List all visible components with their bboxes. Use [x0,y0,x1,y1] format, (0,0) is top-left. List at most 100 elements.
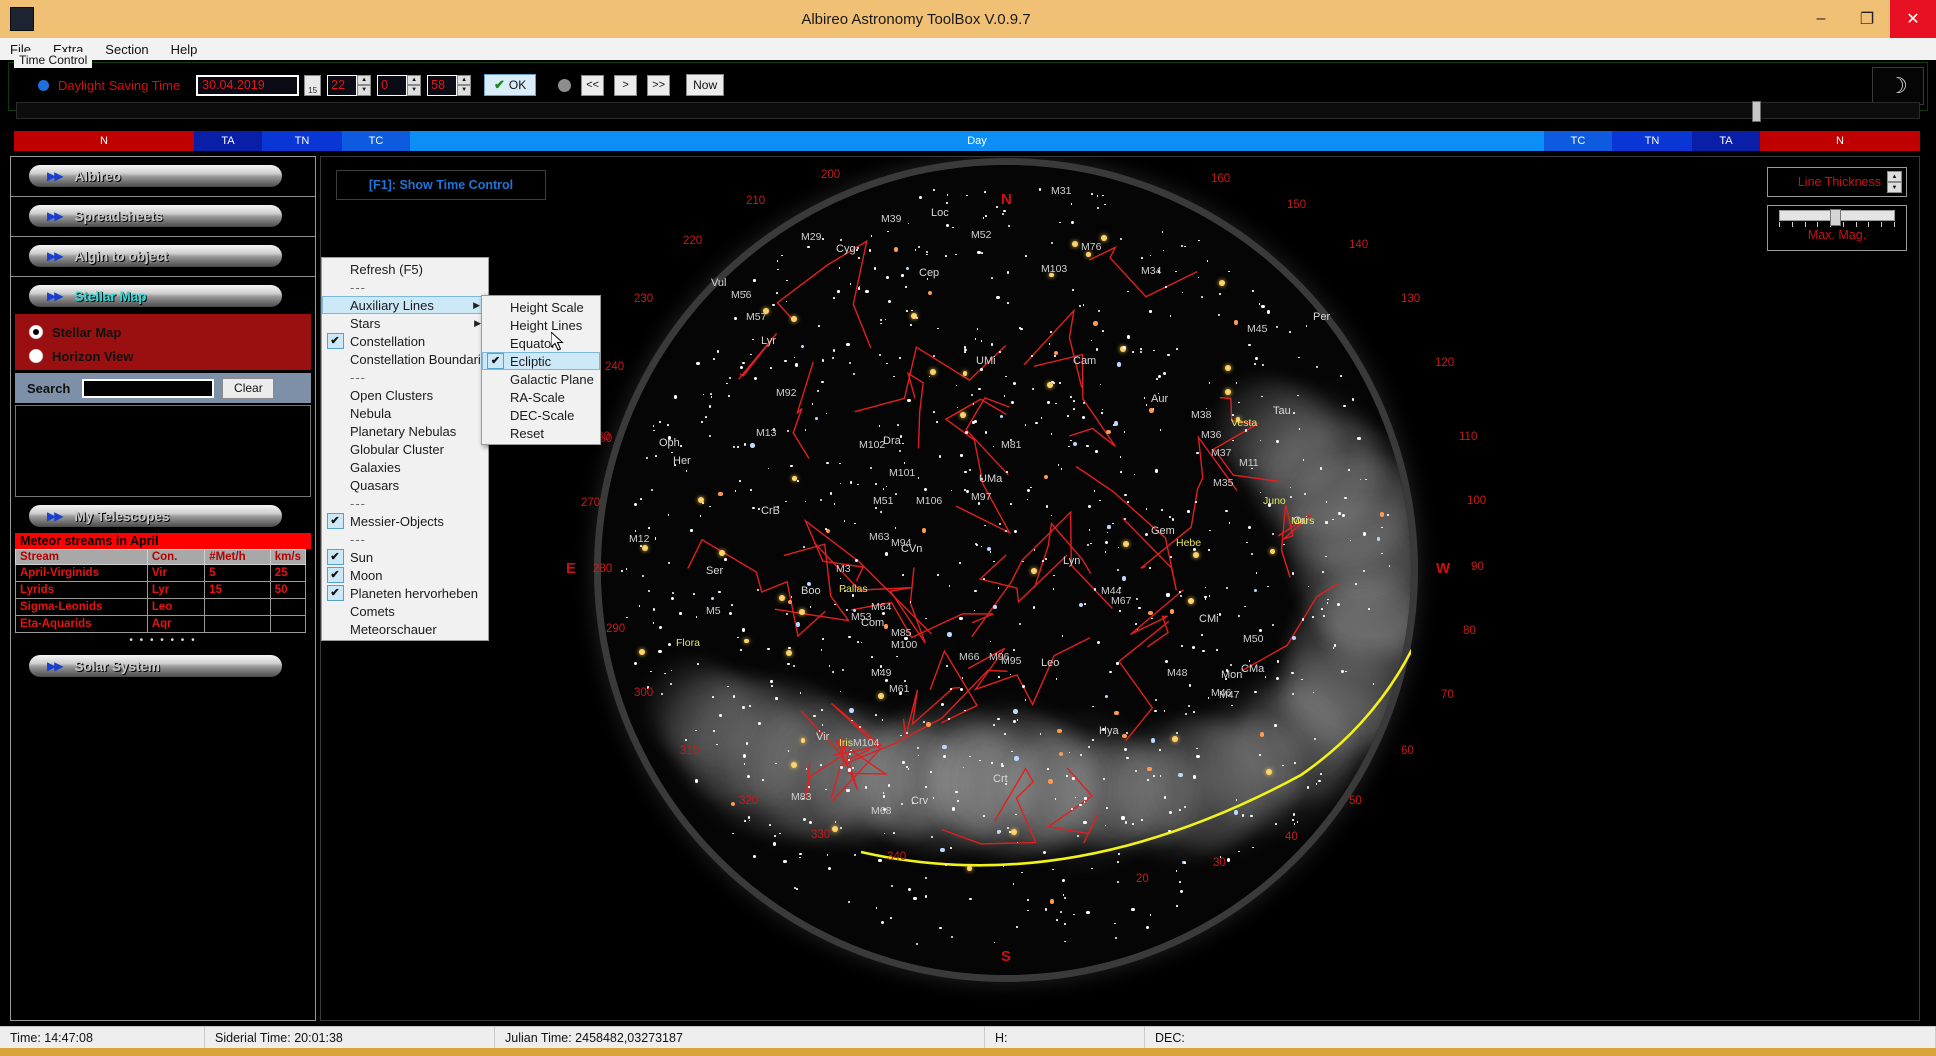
menu-item[interactable]: Height Scale [482,298,600,316]
azimuth-tick-label: 120 [1435,357,1455,369]
hour-stepper[interactable]: 22 ▲ ▼ [327,74,372,96]
thickness-up-icon[interactable]: ▲ [1887,171,1902,182]
star [1275,325,1278,328]
close-button[interactable]: ✕ [1890,0,1936,38]
menu-item[interactable]: RA-Scale [482,388,600,406]
menu-item-label: Reset [510,425,544,441]
sky-disc[interactable]: Loc Cyg Cep Vul Lyr Per UMi Cam Aur Tau Her Oph Dra U… [601,165,1411,975]
now-button[interactable]: Now [686,74,725,96]
time-slider[interactable] [16,101,1920,122]
play-button[interactable]: > [614,74,638,96]
menu-item[interactable]: ✔ Messier-Objects [322,512,488,530]
context-menu[interactable]: Refresh (F5) --- Auxiliary Lines ▶ Stars ▶ ✔ Co… [321,257,495,641]
menu-item[interactable]: Stars ▶ [322,314,488,332]
show-time-control-hint[interactable]: [F1]: Show Time Control [336,170,546,200]
menu-section[interactable]: Section [105,42,148,57]
sidebar-item-albireo[interactable]: ▶▶ Albireo [15,162,311,190]
hour-down-icon[interactable]: ▼ [357,85,372,96]
star [671,451,673,454]
star [832,349,836,352]
second-value[interactable]: 58 [427,74,458,96]
table-row[interactable]: April-Virginids Vir 5 25 [15,564,307,582]
object-label: M68 [871,805,892,817]
time-slider-handle[interactable] [1752,101,1761,122]
sidebar-item-stellar-map[interactable]: ▶▶ Stellar Map [15,282,311,310]
menu-item[interactable]: Globular Cluster [322,440,488,458]
menu-item[interactable]: Reset [482,424,600,442]
max-mag-slider[interactable] [1779,209,1895,226]
azimuth-tick-label: 330 [811,829,831,841]
maximize-button[interactable]: ❐ [1844,0,1890,38]
chevron-right-icon: ▶▶ [47,659,64,673]
minute-up-icon[interactable]: ▲ [407,74,422,85]
hour-up-icon[interactable]: ▲ [357,74,372,85]
menu-item[interactable]: Comets [322,602,488,620]
minute-value[interactable]: 0 [377,74,408,96]
star [1143,397,1146,399]
minute-stepper[interactable]: 0 ▲ ▼ [377,74,422,96]
table-row[interactable]: Sigma-Leonids Leo [15,598,307,616]
menu-item[interactable]: Constellation Boundaries [322,350,495,368]
radio-horizon-view[interactable]: Horizon View [15,344,311,368]
search-input[interactable] [82,378,215,398]
second-down-icon[interactable]: ▼ [457,85,472,96]
second-arrows[interactable]: ▲ ▼ [457,74,472,96]
menu-item[interactable]: Planetary Nebulas [322,422,488,440]
menu-item[interactable]: Auxiliary Lines ▶ [322,296,488,314]
menu-item-label: Refresh (F5) [350,261,423,277]
star-map-canvas[interactable]: [F1]: Show Time Control Line Thickness ▲… [320,156,1920,1021]
daylight-saving-indicator[interactable] [38,79,49,91]
hour-value[interactable]: 22 [327,74,358,96]
menu-item[interactable]: Nebula [322,404,488,422]
menu-item[interactable]: Refresh (F5) [322,260,488,278]
menu-help[interactable]: Help [171,42,198,57]
resize-grip-icon[interactable]: • • • • • • • [11,635,315,646]
menu-item[interactable]: Height Lines [482,316,600,334]
menu-item[interactable]: DEC-Scale [482,406,600,424]
menu-item[interactable]: Galaxies [322,458,488,476]
minute-arrows[interactable]: ▲ ▼ [407,74,422,96]
submenu-arrow-icon: ▶ [474,317,481,328]
clear-button[interactable]: Clear [222,377,275,399]
line-thickness-control[interactable]: Line Thickness ▲ ▼ [1767,167,1907,197]
date-field[interactable]: 30.04.2019 [196,74,300,96]
rewind-button[interactable]: << [581,74,605,96]
menu-item[interactable]: ✔ Moon [322,566,488,584]
menu-item[interactable]: Galactic Plane [482,370,600,388]
menu-item[interactable]: ✔ Planeten hervorheben [322,584,488,602]
record-indicator-icon[interactable] [558,78,572,92]
line-thickness-stepper[interactable]: ▲ ▼ [1887,171,1902,193]
star [871,655,873,658]
ok-button[interactable]: ✔ OK [484,74,537,96]
radio-stellar-map[interactable]: Stellar Map [15,320,311,344]
sidebar-item-solar-system[interactable]: ▶▶ Solar System [15,652,311,680]
star [950,847,952,849]
star [884,678,889,682]
thickness-down-icon[interactable]: ▼ [1887,182,1902,193]
table-row[interactable]: Lyrids Lyr 15 50 [15,581,307,599]
second-up-icon[interactable]: ▲ [457,74,472,85]
menu-item[interactable]: Meteorschauer [322,620,488,638]
sidebar-item-align-to-object[interactable]: ▶▶ Algin to object [15,242,311,270]
max-mag-slider-handle[interactable] [1830,209,1841,226]
menu-item[interactable]: ✔ Constellation [322,332,488,350]
menu-item[interactable]: ✔ Ecliptic [482,352,600,370]
max-magnitude-control[interactable]: Max. Mag. [1767,205,1907,251]
minute-down-icon[interactable]: ▼ [407,85,422,96]
sidebar-item-spreadsheets[interactable]: ▶▶ Spreadsheets [15,202,311,230]
menu-item[interactable]: ✔ Sun [322,548,488,566]
minimize-button[interactable]: – [1798,0,1844,38]
menu-item[interactable]: Equator [482,334,600,352]
auxiliary-lines-submenu[interactable]: Height Scale Height Lines Equator ✔ Ecliptic… [481,295,601,445]
calendar-icon[interactable]: 15 [304,74,322,96]
star [1042,850,1046,854]
hour-arrows[interactable]: ▲ ▼ [357,74,372,96]
chevron-right-icon: ▶▶ [47,509,64,523]
second-stepper[interactable]: 58 ▲ ▼ [427,74,472,96]
fast-forward-button[interactable]: >> [647,74,671,96]
menu-item[interactable]: Quasars [322,476,488,494]
star [1132,823,1134,825]
menu-item[interactable]: Open Clusters [322,386,488,404]
table-row[interactable]: Eta-Aquarids Aqr [15,615,307,633]
sidebar-item-my-telescopes[interactable]: ▶▶ My Telescopes [15,502,311,530]
